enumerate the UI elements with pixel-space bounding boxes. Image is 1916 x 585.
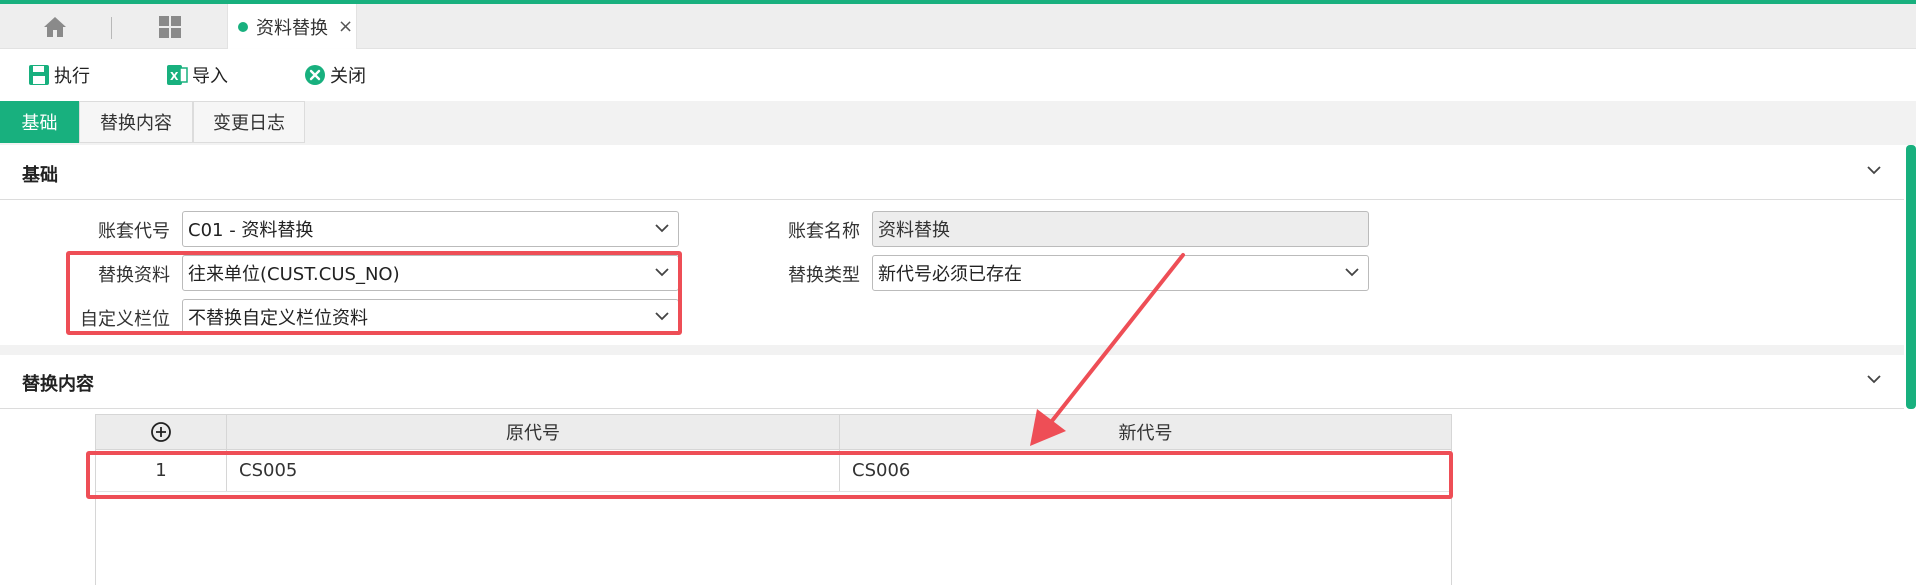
scrollbar[interactable] xyxy=(1906,145,1916,409)
annotation-arrow xyxy=(1030,253,1185,446)
